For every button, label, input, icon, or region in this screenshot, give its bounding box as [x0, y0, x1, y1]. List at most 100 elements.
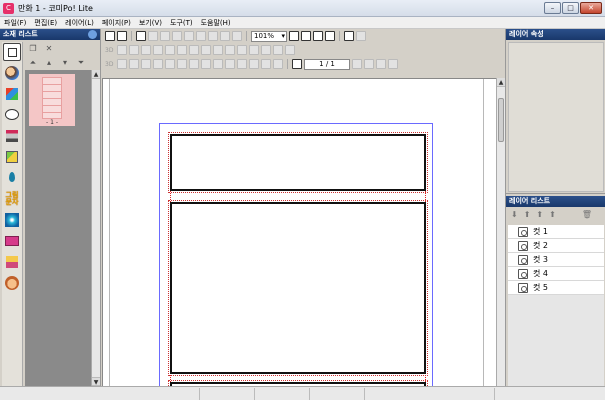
box-tool-icon[interactable] — [3, 148, 21, 166]
space-h-icon[interactable] — [189, 59, 199, 69]
last-page-icon[interactable] — [388, 59, 398, 69]
layer-row[interactable]: 컷 1 — [508, 225, 604, 239]
speech-bubble-tool-icon[interactable] — [3, 106, 21, 124]
layer-row[interactable]: 컷 5 — [508, 281, 604, 295]
menu-page[interactable]: 페이지(P) — [98, 17, 135, 29]
menu-help[interactable]: 도움말(H) — [197, 17, 235, 29]
fit-page-icon[interactable] — [313, 31, 323, 41]
effect-drop-tool-icon[interactable] — [3, 169, 21, 187]
canvas-scroll-thumb[interactable] — [498, 98, 504, 142]
layout-icon[interactable] — [273, 45, 283, 55]
move-layer-up-icon[interactable]: ⬆ — [524, 210, 531, 219]
orbit-icon[interactable] — [225, 45, 235, 55]
page-thumbnail[interactable]: - 1 - — [29, 74, 75, 126]
page-setup-icon[interactable] — [292, 59, 302, 69]
shrink-icon[interactable] — [189, 45, 199, 55]
distribute-icon[interactable] — [261, 45, 271, 55]
comic-panel-1[interactable] — [168, 132, 428, 193]
next-page-icon[interactable] — [376, 59, 386, 69]
menu-tools[interactable]: 도구(T) — [166, 17, 197, 29]
same-height-icon[interactable] — [225, 59, 235, 69]
reset-icon[interactable] — [213, 45, 223, 55]
comic-panel-2[interactable] — [168, 200, 428, 376]
face-tool-icon[interactable] — [3, 274, 21, 292]
menu-view[interactable]: 보기(V) — [135, 17, 166, 29]
align-right-icon[interactable] — [141, 59, 151, 69]
move-bottom-icon[interactable]: ⏷ — [76, 58, 86, 67]
layer-row[interactable]: 컷 3 — [508, 253, 604, 267]
prev-page-icon[interactable] — [364, 59, 374, 69]
page-indicator[interactable]: 1 / 1 — [304, 58, 350, 70]
comic-page[interactable] — [159, 123, 433, 386]
align-bottom-icon[interactable] — [177, 59, 187, 69]
canvas-scrollbar[interactable]: ▲ — [496, 78, 505, 386]
background-tool-icon[interactable] — [3, 127, 21, 145]
layer-row[interactable]: 컷 4 — [508, 267, 604, 281]
bring-front-icon[interactable] — [237, 59, 247, 69]
burst-effect-tool-icon[interactable] — [3, 211, 21, 229]
send-back-icon[interactable] — [249, 59, 259, 69]
delete-material-icon[interactable]: ✕ — [44, 44, 54, 53]
undo-icon[interactable] — [172, 31, 182, 41]
trash-icon[interactable] — [232, 31, 242, 41]
redo-icon[interactable] — [184, 31, 194, 41]
cut-icon[interactable] — [148, 31, 158, 41]
duplicate-icon[interactable] — [196, 31, 206, 41]
strip-tool-icon[interactable] — [3, 232, 21, 250]
scroll-down-icon[interactable]: ▼ — [92, 377, 100, 386]
align-middle-icon[interactable] — [165, 59, 175, 69]
align-left-icon[interactable] — [117, 59, 127, 69]
text-tool-icon[interactable]: 그림 문자 — [3, 190, 21, 208]
scene-tool-icon[interactable] — [3, 253, 21, 271]
menu-file[interactable]: 파일(F) — [0, 17, 30, 29]
panel-pin-icon[interactable] — [88, 30, 97, 39]
rotate-up-icon[interactable] — [117, 45, 127, 55]
layer-row[interactable]: 컷 2 — [508, 239, 604, 253]
move-layer-top-icon[interactable]: ⬆ — [549, 210, 556, 219]
scroll-up-icon[interactable]: ▲ — [92, 70, 100, 79]
close-button[interactable]: ✕ — [580, 2, 602, 14]
orbit-reverse-icon[interactable] — [237, 45, 247, 55]
hide-icon[interactable] — [273, 59, 283, 69]
move-layer-bottom-icon[interactable]: ⬇ — [511, 210, 518, 219]
menu-edit[interactable]: 편집(E) — [30, 17, 61, 29]
align-icon[interactable] — [249, 45, 259, 55]
canvas-scroll-up-icon[interactable]: ▲ — [497, 78, 505, 87]
rotate-right-icon[interactable] — [141, 45, 151, 55]
rotate-down-icon[interactable] — [129, 45, 139, 55]
flip-icon[interactable] — [201, 45, 211, 55]
fit-width-icon[interactable] — [325, 31, 335, 41]
zoom-out-icon[interactable] — [301, 31, 311, 41]
rotate-left-icon[interactable] — [153, 45, 163, 55]
maximize-button[interactable]: □ — [562, 2, 579, 14]
frame-tool-icon[interactable] — [3, 43, 21, 61]
lock-icon[interactable] — [261, 59, 271, 69]
canvas[interactable] — [102, 78, 496, 386]
clipboard-icon[interactable] — [220, 31, 230, 41]
move-top-icon[interactable]: ⏶ — [28, 58, 38, 67]
character-tool-icon[interactable] — [3, 64, 21, 82]
group-icon[interactable] — [208, 31, 218, 41]
expand-icon[interactable] — [177, 45, 187, 55]
same-width-icon[interactable] — [213, 59, 223, 69]
save-icon[interactable] — [117, 31, 127, 41]
zoom-in-icon[interactable] — [289, 31, 299, 41]
move-icon[interactable] — [165, 45, 175, 55]
paste-icon[interactable] — [160, 31, 170, 41]
grid-icon[interactable] — [285, 45, 295, 55]
space-v-icon[interactable] — [201, 59, 211, 69]
align-top-icon[interactable] — [153, 59, 163, 69]
character-pose-icon[interactable] — [356, 31, 366, 41]
print-icon[interactable] — [105, 31, 115, 41]
copy-page-icon[interactable] — [136, 31, 146, 41]
delete-layer-icon[interactable]: 🗑 — [582, 210, 592, 219]
new-material-icon[interactable]: ❐ — [28, 44, 38, 53]
zoom-select[interactable]: 101% — [251, 30, 287, 42]
pose-tool-icon[interactable] — [344, 31, 354, 41]
first-page-icon[interactable] — [352, 59, 362, 69]
minimize-button[interactable]: – — [544, 2, 561, 14]
material-list-scrollbar[interactable]: ▲ ▼ — [91, 70, 100, 386]
menu-layer[interactable]: 레이어(L) — [61, 17, 98, 29]
3d-object-tool-icon[interactable] — [3, 85, 21, 103]
move-layer-down-icon[interactable]: ⬆ — [536, 210, 543, 219]
